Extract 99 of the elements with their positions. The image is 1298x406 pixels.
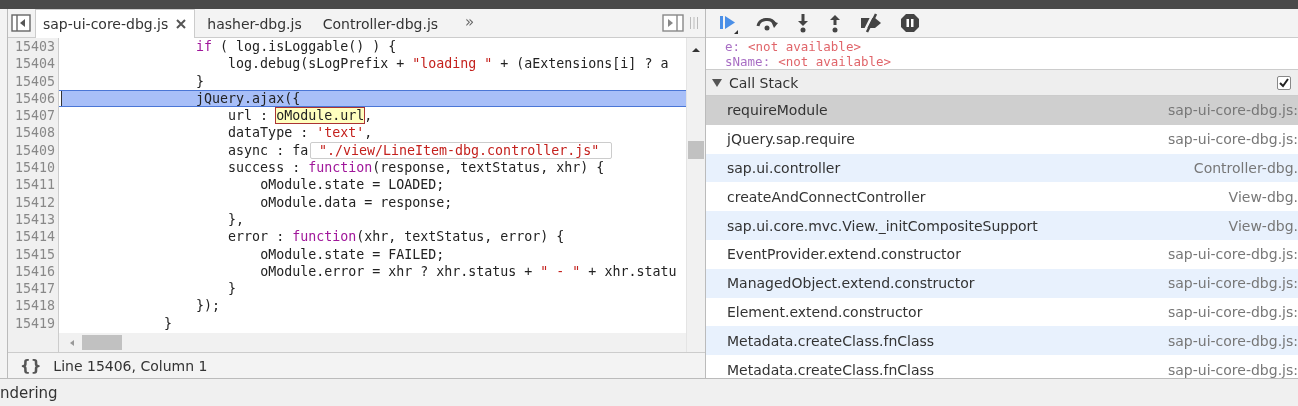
- line-number: 15414: [13, 228, 56, 246]
- grip-icon[interactable]: [689, 16, 699, 30]
- string-literal: 'text': [316, 125, 365, 141]
- vertical-scrollbar[interactable]: [686, 38, 705, 352]
- file-tab[interactable]: sap-ui-core-dbg.js: [35, 9, 196, 38]
- code-text: });: [196, 298, 221, 314]
- pretty-print-button[interactable]: {}: [18, 356, 44, 375]
- function-name: createAndConnectController: [727, 188, 926, 205]
- code-text: dataType :: [228, 125, 310, 141]
- source-location: sap-ui-core-dbg.js:: [1168, 332, 1298, 349]
- keyword: function: [308, 160, 373, 176]
- keyword: function: [292, 229, 357, 245]
- line-number: 15410: [13, 159, 56, 177]
- function-name: Metadata.createClass.fnClass: [727, 361, 935, 378]
- code-text: },: [228, 211, 245, 227]
- function-name: jQuery.sap.require: [727, 131, 855, 148]
- function-name: Metadata.createClass.fnClass: [727, 332, 935, 349]
- line-number: 15419: [13, 314, 56, 333]
- scroll-up-icon[interactable]: [691, 46, 701, 54]
- function-name: requireModule: [727, 102, 828, 119]
- close-icon[interactable]: [176, 19, 187, 29]
- function-name: sap.ui.controller: [727, 160, 841, 176]
- variable-name: e:: [725, 39, 741, 54]
- source-location: sap-ui-core-dbg.js:: [1168, 102, 1298, 119]
- source-location: sap-ui-core-dbg.js:: [1168, 246, 1298, 263]
- source-location: sap-ui-core-dbg.js:: [1168, 131, 1298, 148]
- cursor-position: Line 15406, Column 1: [53, 357, 208, 374]
- line-number: 15403: [13, 38, 56, 56]
- line-number: 15407: [13, 107, 56, 125]
- code-text: }: [228, 281, 237, 297]
- section-title: Call Stack: [729, 74, 799, 91]
- scrollbar-thumb[interactable]: [688, 141, 704, 159]
- horizontal-scrollbar[interactable]: [59, 333, 686, 352]
- code-text: oModule.data = response;: [260, 194, 453, 210]
- function-name: Element.extend.constructor: [727, 303, 923, 320]
- more-tabs-button[interactable]: »: [465, 13, 475, 31]
- code-text: url :: [228, 108, 270, 124]
- code-text: success :: [228, 160, 302, 176]
- source-location: View-dbg.: [1228, 188, 1298, 205]
- status-text: ndering: [0, 383, 58, 402]
- code-text: (response, textStatus, xhr) {: [372, 160, 605, 176]
- code-text: (xhr, textStatus, error) {: [356, 229, 565, 245]
- code-text: }: [196, 73, 205, 89]
- code-text: }: [164, 315, 173, 331]
- deactivate-breakpoints-icon[interactable]: [859, 12, 883, 34]
- call-frame[interactable]: sap.ui.controller Controller-dbg.: [706, 153, 1298, 183]
- source-location: View-dbg.: [1228, 217, 1298, 234]
- code-text: oModule.state = LOADED;: [260, 177, 445, 193]
- expand-triangle-icon[interactable]: [711, 77, 723, 88]
- call-frame[interactable]: sap.ui.core.mvc.View._initCompositeSupport View-dbg.: [706, 211, 1298, 240]
- call-frame[interactable]: ManagedObject.extend.constructor sap-ui-core-dbg.js:: [706, 268, 1298, 298]
- checkbox[interactable]: [1277, 75, 1291, 90]
- line-number: 15418: [13, 297, 56, 315]
- variable-name: sName:: [725, 54, 771, 69]
- line-number: 15408: [13, 124, 56, 142]
- line-number: 15406: [13, 89, 56, 108]
- code-text: async : fa: [228, 142, 309, 158]
- code-text: ,: [364, 125, 373, 141]
- line-number: 15415: [13, 245, 56, 263]
- sidebar-toggle-icon[interactable]: [11, 14, 31, 32]
- source-location: Controller-dbg.: [1193, 160, 1298, 176]
- line-number: 15417: [13, 280, 56, 298]
- call-frame[interactable]: Metadata.createClass.fnClass sap-ui-core-dbg.js:: [706, 326, 1298, 356]
- source-location: sap-ui-core-dbg.js:: [1168, 275, 1298, 292]
- source-location: sap-ui-core-dbg.js:: [1168, 361, 1298, 378]
- file-tab[interactable]: hasher-dbg.js: [199, 9, 311, 37]
- function-name: sap.ui.core.mvc.View._initCompositeSupport: [727, 217, 1038, 234]
- string-literal: " - ": [540, 263, 581, 279]
- code-text: ,: [364, 108, 373, 124]
- file-tab[interactable]: Controller-dbg.js: [314, 9, 448, 37]
- code-text: + (aExtensions[i] ? a: [499, 56, 669, 72]
- pause-icon[interactable]: [899, 12, 921, 34]
- function-name: ManagedObject.extend.constructor: [727, 275, 975, 292]
- code-text: oModule.state = FAILED;: [260, 246, 445, 262]
- call-frame[interactable]: requireModule sap-ui-core-dbg.js:: [706, 96, 1298, 125]
- source-location: sap-ui-core-dbg.js:: [1168, 303, 1298, 320]
- code-text: log.debug(sLogPrefix +: [228, 56, 406, 72]
- line-number: 15412: [13, 193, 56, 211]
- code-text: jQuery.ajax({: [196, 90, 301, 106]
- line-number: 15404: [13, 55, 56, 73]
- line-number: 15409: [13, 141, 56, 160]
- code-text: ( log.isLoggable() ) {: [219, 39, 397, 54]
- function-name: EventProvider.extend.constructor: [727, 246, 961, 263]
- code-text: oModule.error = xhr ? xhr.status +: [260, 263, 534, 279]
- string-literal: "loading ": [412, 56, 493, 72]
- variable-value: <not available>: [778, 54, 892, 69]
- line-number: 15413: [13, 210, 56, 229]
- hovered-expression[interactable]: oModule.url: [276, 108, 365, 124]
- line-number: 15405: [13, 72, 56, 90]
- line-number: 15416: [13, 262, 56, 281]
- scrollbar-thumb[interactable]: [82, 335, 122, 350]
- keyword: if: [196, 39, 213, 54]
- line-number: 15411: [13, 176, 56, 194]
- variable-value: <not available>: [748, 39, 861, 54]
- call-stack-header[interactable]: Call Stack: [706, 70, 1298, 96]
- code-text: error :: [228, 229, 286, 245]
- value-tooltip: "./view/LineItem-dbg.controller.js": [310, 142, 613, 159]
- code-text: + xhr.statu: [587, 263, 677, 279]
- debugger-toggle-icon[interactable]: [662, 14, 684, 32]
